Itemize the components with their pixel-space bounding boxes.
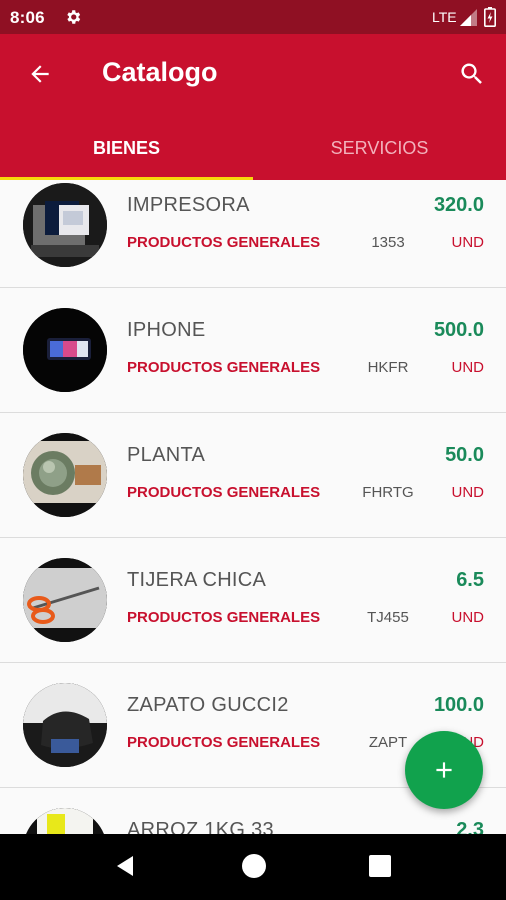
item-name: ZAPATO GUCCI2 xyxy=(127,694,289,716)
item-category: PRODUCTOS GENERALES xyxy=(127,734,321,751)
item-code: HKFR xyxy=(367,359,409,376)
nav-home-icon[interactable] xyxy=(242,854,266,878)
item-code: FHRTG xyxy=(362,484,414,501)
item-category: PRODUCTOS GENERALES xyxy=(127,609,321,626)
item-name: IMPRESORA xyxy=(127,194,250,216)
item-category: PRODUCTOS GENERALES xyxy=(127,234,321,251)
list-item[interactable]: PLANTA 50.0 PRODUCTOS GENERALES FHRTG UN… xyxy=(0,414,506,538)
item-price: 100.0 xyxy=(433,694,484,716)
nav-back-icon[interactable] xyxy=(114,854,138,878)
product-image xyxy=(23,683,107,767)
page-title: Catalogo xyxy=(102,57,218,87)
search-button[interactable] xyxy=(452,56,492,92)
item-unit: UND xyxy=(451,609,485,626)
item-code: 1353 xyxy=(371,234,405,251)
shoe-photo-icon xyxy=(23,683,107,767)
system-nav-bar xyxy=(0,834,506,900)
arrow-left-icon xyxy=(31,65,49,83)
item-unit: UND xyxy=(451,484,485,501)
item-category: PRODUCTOS GENERALES xyxy=(127,484,321,501)
nav-recents-icon[interactable] xyxy=(369,855,391,877)
item-name: IPHONE xyxy=(127,319,206,341)
item-price: 6.5 xyxy=(456,569,484,591)
item-price: 50.0 xyxy=(445,444,484,466)
item-code: TJ455 xyxy=(367,609,409,626)
scissors-photo-icon xyxy=(23,558,107,642)
item-price: 2.3 xyxy=(456,819,484,834)
product-image xyxy=(23,808,107,834)
battery-icon xyxy=(484,7,496,27)
tab-bienes[interactable]: BIENES xyxy=(0,116,253,180)
product-image xyxy=(23,558,107,642)
network-type: LTE xyxy=(432,9,457,25)
product-image xyxy=(23,433,107,517)
list-item[interactable]: IMPRESORA 320.0 PRODUCTOS GENERALES 1353… xyxy=(0,180,506,288)
printer-photo-icon xyxy=(23,183,107,267)
list-item[interactable]: TIJERA CHICA 6.5 PRODUCTOS GENERALES TJ4… xyxy=(0,539,506,663)
signal-icon xyxy=(460,9,477,26)
gear-icon xyxy=(67,10,81,24)
tab-servicios-label: SERVICIOS xyxy=(330,137,429,158)
tab-servicios[interactable]: SERVICIOS xyxy=(253,116,506,180)
phone-photo-icon xyxy=(23,308,107,392)
item-unit: UND xyxy=(451,359,485,376)
plant-photo-icon xyxy=(23,433,107,517)
item-unit: UND xyxy=(451,234,485,251)
product-image xyxy=(23,183,107,267)
item-code: ZAPT xyxy=(368,734,408,751)
item-name: TIJERA CHICA xyxy=(127,569,267,591)
plus-icon xyxy=(436,762,452,778)
search-icon xyxy=(461,63,482,84)
app-bar: Catalogo BIENES SERVICIOS xyxy=(0,34,506,180)
item-name: PLANTA xyxy=(127,444,206,466)
tab-bienes-label: BIENES xyxy=(92,137,161,158)
rice-photo-icon xyxy=(23,808,107,834)
back-button[interactable] xyxy=(22,56,58,92)
list-item[interactable]: IPHONE 500.0 PRODUCTOS GENERALES HKFR UN… xyxy=(0,289,506,413)
item-name: ARROZ 1KG 33 xyxy=(127,819,274,834)
status-time: 8:06 xyxy=(10,8,45,27)
item-price: 320.0 xyxy=(433,194,484,216)
item-category: PRODUCTOS GENERALES xyxy=(127,359,321,376)
status-bar: 8:06 LTE xyxy=(0,0,506,34)
product-image xyxy=(23,308,107,392)
add-item-button[interactable] xyxy=(405,731,483,809)
item-price: 500.0 xyxy=(433,319,484,341)
